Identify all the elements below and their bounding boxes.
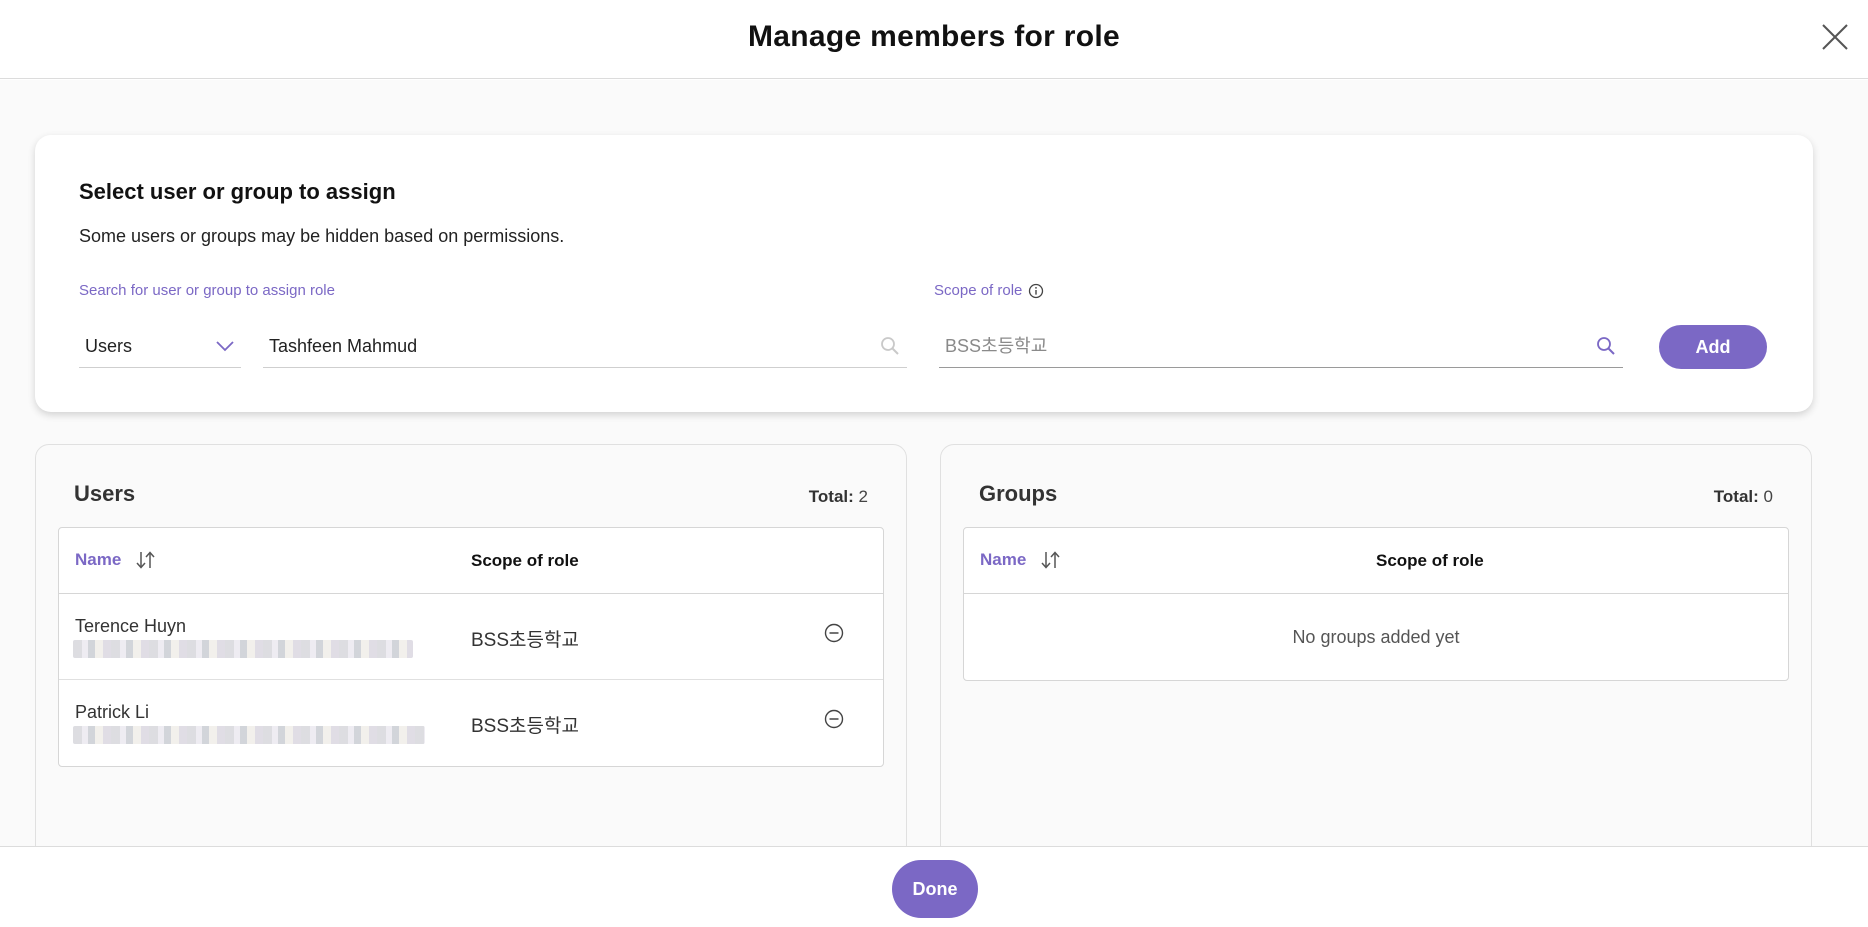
- assign-subtitle: Some users or groups may be hidden based…: [79, 226, 565, 246]
- user-scope: BSS초등학교: [471, 716, 579, 737]
- groups-total-value: 0: [1763, 487, 1773, 506]
- users-scope-column-header: Scope of role: [471, 551, 579, 570]
- groups-table-header: Name Scope of role: [964, 528, 1788, 594]
- groups-table: Name Scope of role No groups added yet: [963, 527, 1789, 681]
- groups-scope-column-header: Scope of role: [1376, 551, 1484, 570]
- groups-empty-state: No groups added yet: [1292, 626, 1460, 647]
- page-title: Manage members for role: [747, 20, 1120, 53]
- dialog-footer: Done: [0, 846, 1868, 927]
- scope-label: Scope of role: [934, 282, 1044, 299]
- search-icon[interactable]: [1595, 335, 1617, 357]
- groups-panel-title: Groups: [979, 481, 1058, 506]
- table-row: Patrick Li BSS초등학교: [59, 680, 883, 766]
- member-type-select[interactable]: Users: [79, 325, 241, 368]
- users-panel-title: Users: [74, 481, 136, 506]
- redacted-email: [73, 726, 425, 744]
- member-search-field: [263, 325, 907, 368]
- groups-total: Total: 0: [1714, 487, 1773, 507]
- users-table: Name Scope of role Terence Huyn BSS초등학교: [58, 527, 884, 767]
- groups-total-label: Total:: [1713, 487, 1759, 506]
- sort-icon: [1041, 551, 1060, 569]
- done-button[interactable]: Done: [892, 860, 978, 918]
- sort-icon: [136, 551, 155, 569]
- user-name: Patrick Li: [75, 702, 150, 722]
- search-label: Search for user or group to assign role: [79, 282, 335, 299]
- chevron-down-icon: [216, 341, 234, 352]
- close-icon[interactable]: [1820, 22, 1850, 52]
- users-name-column-header[interactable]: Name: [75, 550, 157, 570]
- users-table-header: Name Scope of role: [59, 528, 883, 594]
- dialog-content: Select user or group to assign Some user…: [0, 80, 1868, 846]
- users-total-label: Total:: [808, 487, 854, 506]
- scope-input[interactable]: [939, 325, 1595, 367]
- scope-search-field: [939, 325, 1623, 368]
- remove-circle-icon[interactable]: [823, 622, 845, 644]
- search-icon: [881, 337, 899, 355]
- dialog-header: Manage members for role: [0, 0, 1868, 79]
- info-icon[interactable]: [1028, 283, 1044, 299]
- add-button[interactable]: Add: [1659, 325, 1767, 369]
- groups-name-column-header[interactable]: Name: [980, 550, 1062, 570]
- member-search-input[interactable]: [263, 325, 879, 367]
- groups-name-header-label: Name: [980, 550, 1027, 569]
- assign-title: Select user or group to assign: [79, 179, 396, 204]
- users-name-header-label: Name: [75, 550, 122, 569]
- user-name: Terence Huyn: [75, 616, 187, 636]
- table-row: Terence Huyn BSS초등학교: [59, 594, 883, 680]
- scope-label-text: Scope of role: [934, 282, 1023, 299]
- groups-panel: Groups Total: 0 Name Scope of role No gr…: [940, 444, 1812, 846]
- user-scope: BSS초등학교: [471, 630, 579, 651]
- users-total: Total: 2: [809, 487, 868, 507]
- member-type-value: Users: [85, 335, 133, 356]
- redacted-email: [73, 640, 413, 658]
- search-label-text: Search for user or group to assign role: [79, 282, 335, 299]
- assign-card: Select user or group to assign Some user…: [35, 135, 1813, 412]
- users-total-value: 2: [858, 487, 868, 506]
- users-panel: Users Total: 2 Name Scope of role Terenc…: [35, 444, 907, 846]
- remove-circle-icon[interactable]: [823, 708, 845, 730]
